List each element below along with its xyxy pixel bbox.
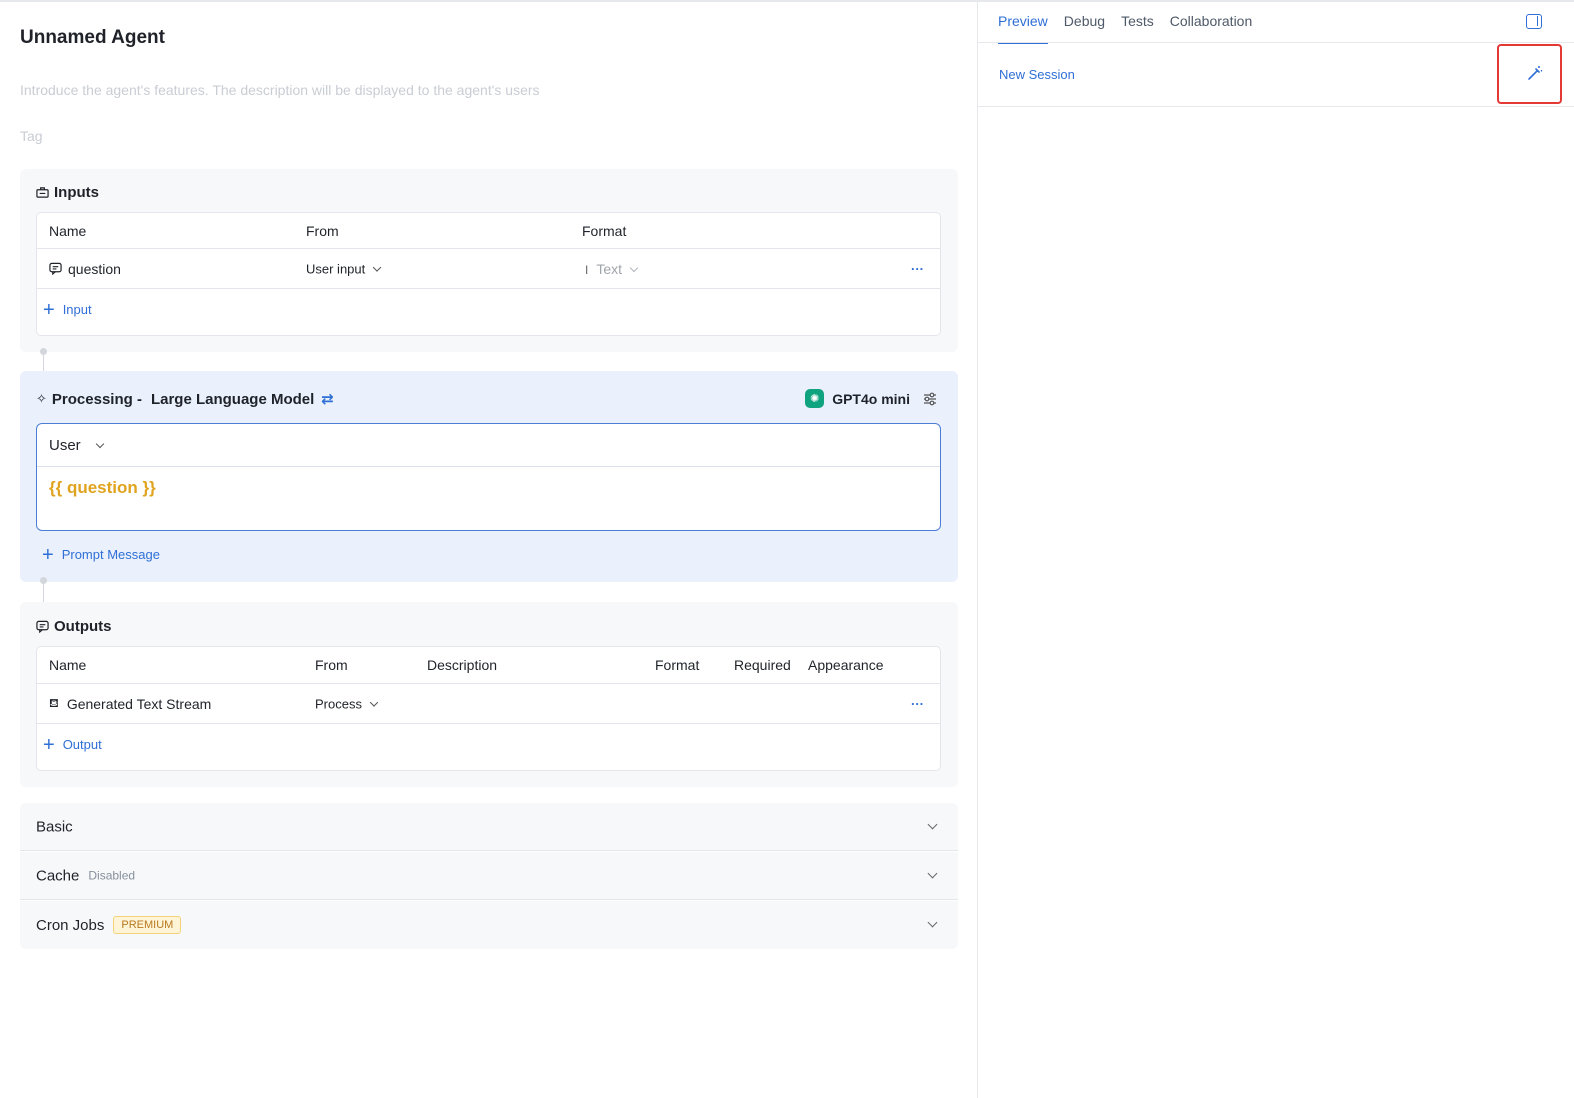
column-header-appearance: Appearance: [808, 657, 884, 673]
new-session-button[interactable]: New Session: [999, 67, 1075, 82]
basic-label: Basic: [36, 818, 73, 835]
inputs-header: Inputs: [36, 184, 99, 201]
openai-icon: ✺: [805, 389, 825, 408]
tab-collaboration[interactable]: Collaboration: [1170, 13, 1253, 44]
chevron-down-icon: [927, 868, 938, 879]
agent-description-input[interactable]: Introduce the agent's features. The desc…: [20, 82, 540, 98]
preview-panel: Preview Debug Tests Collaboration New Se…: [978, 0, 1574, 1098]
model-selector[interactable]: ✺ GPT4o mini: [805, 389, 938, 408]
column-header-from: From: [306, 222, 339, 239]
switch-icon[interactable]: ⇄: [321, 390, 334, 408]
prompt-role-value: User: [49, 437, 81, 454]
prompt-message-editor[interactable]: User {{ question }}: [36, 423, 941, 531]
panel-tabs: Preview Debug Tests Collaboration: [998, 13, 1252, 44]
cron-jobs-section-label: Cron Jobs PREMIUM: [36, 916, 182, 934]
add-input-label: Input: [62, 302, 92, 317]
add-prompt-message-label: Prompt Message: [61, 547, 160, 562]
input-name-cell[interactable]: question: [49, 261, 121, 277]
add-output-label: Output: [62, 737, 102, 752]
agent-tag-input[interactable]: Tag: [20, 128, 43, 144]
session-divider: [978, 106, 1574, 107]
column-header-from: From: [315, 657, 348, 673]
divider: [37, 466, 940, 467]
input-format-select[interactable]: I Text: [585, 260, 639, 277]
input-from-select[interactable]: User input: [306, 261, 382, 276]
outputs-icon: [36, 620, 49, 633]
outputs-table: Name From Description Format Required Ap…: [36, 646, 941, 771]
basic-section[interactable]: Basic: [20, 803, 958, 851]
sparkle-icon: ✧: [36, 391, 47, 406]
input-from-value: User input: [306, 261, 366, 276]
plus-icon: +: [43, 298, 55, 321]
message-icon: [49, 262, 62, 275]
tab-preview[interactable]: Preview: [998, 13, 1048, 44]
input-name: question: [68, 260, 121, 277]
stream-icon: ⛾: [49, 695, 59, 710]
column-header-name: Name: [49, 222, 87, 239]
settings-sliders-icon[interactable]: [922, 391, 938, 407]
plus-icon: +: [42, 543, 54, 566]
processing-prefix: Processing -: [51, 390, 142, 408]
cache-section-label: Cache Disabled: [36, 867, 135, 884]
output-from-value: Process: [315, 696, 362, 711]
chevron-down-icon: [927, 917, 938, 928]
inputs-table-header: Name From Format: [37, 213, 940, 249]
inputs-table: Name From Format question User input I Te…: [36, 212, 941, 336]
column-header-name: Name: [49, 657, 87, 673]
chevron-down-icon: [369, 697, 379, 707]
processing-card: ✧ Processing - Large Language Model ⇄ ✺ …: [20, 371, 958, 582]
panel-toggle-icon[interactable]: [1526, 14, 1542, 29]
cron-jobs-label: Cron Jobs: [36, 916, 105, 934]
agent-title[interactable]: Unnamed Agent: [20, 27, 165, 49]
cache-section[interactable]: Cache Disabled: [20, 852, 958, 900]
cache-label: Cache: [36, 867, 80, 884]
tab-tests[interactable]: Tests: [1121, 13, 1154, 44]
processing-title: Large Language Model: [150, 390, 315, 408]
add-input-button[interactable]: + Input: [43, 298, 92, 321]
outputs-card: Outputs Name From Description Format Req…: [20, 602, 958, 787]
outputs-table-header: Name From Description Format Required Ap…: [37, 647, 940, 684]
column-header-required: Required: [734, 657, 791, 673]
output-from-select[interactable]: Process: [315, 696, 379, 711]
column-header-description: Description: [427, 657, 498, 673]
output-name-cell[interactable]: ⛾ Generated Text Stream: [49, 696, 211, 712]
outputs-header: Outputs: [36, 618, 112, 635]
processing-header: ✧ Processing - Large Language Model ⇄: [36, 390, 334, 409]
plus-icon: +: [43, 733, 55, 756]
cron-jobs-section[interactable]: Cron Jobs PREMIUM: [20, 901, 958, 949]
input-row-more-button[interactable]: ···: [911, 261, 924, 276]
agent-editor: Unnamed Agent Introduce the agent's feat…: [0, 0, 977, 1098]
input-format-value: Text: [596, 260, 623, 277]
output-row-more-button[interactable]: ···: [911, 696, 924, 711]
table-row: question User input I Text ···: [37, 249, 940, 289]
column-header-format: Format: [655, 657, 700, 673]
add-output-button[interactable]: + Output: [43, 733, 102, 756]
column-header-format: Format: [582, 222, 627, 239]
inputs-title: Inputs: [54, 184, 99, 201]
model-name: GPT4o mini: [832, 390, 910, 407]
chevron-down-icon: [95, 439, 104, 449]
table-row: ⛾ Generated Text Stream Process ···: [37, 684, 940, 724]
cache-status: Disabled: [88, 868, 136, 883]
tab-debug[interactable]: Debug: [1064, 13, 1105, 44]
chevron-down-icon: [373, 262, 382, 272]
inputs-card: Inputs Name From Format question User in…: [20, 169, 958, 352]
output-name: Generated Text Stream: [66, 695, 212, 712]
inputs-icon: [36, 187, 49, 198]
chevron-down-icon: [629, 263, 639, 272]
tabs-divider: [978, 42, 1574, 43]
chevron-down-icon: [927, 819, 938, 830]
text-cursor-icon: I: [585, 262, 589, 277]
prompt-role-select[interactable]: User: [49, 437, 104, 454]
prompt-variable[interactable]: {{ question }}: [49, 478, 156, 498]
magic-wand-icon[interactable]: [1527, 65, 1543, 81]
add-prompt-message-button[interactable]: + Prompt Message: [42, 543, 160, 566]
premium-badge: PREMIUM: [113, 916, 182, 934]
basic-section-label: Basic: [36, 818, 73, 835]
outputs-title: Outputs: [54, 618, 112, 635]
